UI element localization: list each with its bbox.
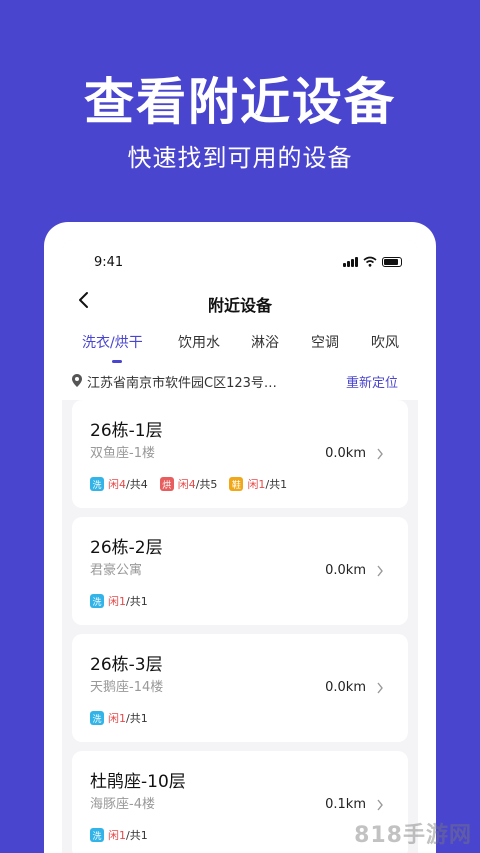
card-distance: 0.0km [325, 680, 366, 695]
battery-icon [382, 257, 402, 267]
free-count: 闲1 [108, 595, 126, 608]
availability-badges: 洗 闲1/共1 [90, 593, 148, 609]
tab-laundry-dryer[interactable]: 洗衣/烘干 [82, 332, 143, 352]
washer-icon: 洗 [90, 477, 104, 491]
card-address: 海豚座-4楼 [90, 797, 155, 812]
availability-badges: 洗 闲1/共1 [90, 827, 148, 843]
free-count: 闲1 [108, 712, 126, 725]
chevron-right-icon [377, 448, 383, 460]
total-count: /共1 [265, 478, 288, 491]
washer-badge: 洗 闲1/共1 [90, 827, 148, 843]
chevron-right-icon [377, 565, 383, 577]
tab-drinking-water[interactable]: 饮用水 [178, 332, 220, 352]
location-bar: 江苏省南京市软件园C区123号… 重新定位 [62, 370, 418, 400]
free-count: 闲4 [177, 478, 196, 491]
washer-badge: 洗 闲4/共4 [90, 476, 148, 492]
hero-subtitle: 快速找到可用的设备 [127, 144, 353, 172]
total-count: /共1 [126, 595, 148, 608]
signal-icon [343, 256, 358, 267]
total-count: /共4 [126, 478, 148, 491]
tab-shower[interactable]: 淋浴 [251, 332, 279, 352]
location-address: 江苏省南京市软件园C区123号… [87, 376, 277, 391]
free-count: 闲1 [108, 829, 126, 842]
tab-air-conditioner[interactable]: 空调 [311, 332, 339, 352]
device-card[interactable]: 26栋-3层 天鹅座-14楼 0.0km 洗 闲1/共1 [72, 634, 408, 742]
availability-badges: 洗 闲1/共1 [90, 710, 148, 726]
page-title: 附近设备 [207, 296, 272, 315]
card-name: 26栋-3层 [90, 655, 163, 675]
washer-badge: 洗 闲1/共1 [90, 710, 148, 726]
washer-icon: 洗 [90, 711, 104, 725]
status-icons [343, 256, 402, 267]
card-distance: 0.0km [325, 446, 366, 461]
card-address: 天鹅座-14楼 [90, 680, 164, 695]
card-address: 君豪公寓 [90, 563, 143, 578]
total-count: /共1 [126, 829, 148, 842]
card-name: 杜鹃座-10层 [90, 772, 186, 792]
shoe-icon: 鞋 [229, 477, 244, 491]
shoe-washer-badge: 鞋 闲1/共1 [229, 476, 287, 492]
free-count: 闲4 [108, 478, 126, 491]
total-count: /共5 [195, 478, 218, 491]
location-pin-icon [72, 374, 82, 387]
card-distance: 0.0km [325, 563, 366, 578]
device-card[interactable]: 26栋-2层 君豪公寓 0.0km 洗 闲1/共1 [72, 517, 408, 625]
chevron-right-icon [377, 682, 383, 694]
card-name: 26栋-1层 [90, 421, 163, 441]
total-count: /共1 [126, 712, 148, 725]
dryer-icon: 烘 [159, 477, 174, 491]
washer-badge: 洗 闲1/共1 [90, 593, 148, 609]
device-card[interactable]: 26栋-1层 双鱼座-1楼 0.0km 洗 闲4/共4 烘 闲4/共5 鞋 闲1… [72, 400, 408, 508]
wifi-icon [363, 256, 377, 267]
chevron-right-icon [377, 799, 383, 811]
card-address: 双鱼座-1楼 [90, 446, 155, 461]
app-screen: 9:41 附近设备 洗衣/烘干 饮用水 淋浴 空调 吹风 江苏省南京市软件园C区… [62, 240, 418, 853]
card-name: 26栋-2层 [90, 538, 163, 558]
tab-hair-dryer[interactable]: 吹风 [371, 332, 399, 352]
availability-badges: 洗 闲4/共4 烘 闲4/共5 鞋 闲1/共1 [90, 476, 287, 492]
active-tab-indicator [112, 360, 122, 363]
watermark: 818手游网 [354, 823, 472, 848]
hero-title: 查看附近设备 [84, 73, 396, 131]
dryer-badge: 烘 闲4/共5 [159, 476, 218, 492]
washer-icon: 洗 [90, 828, 104, 842]
washer-icon: 洗 [90, 594, 104, 608]
free-count: 闲1 [247, 478, 266, 491]
relocate-button[interactable]: 重新定位 [346, 372, 398, 391]
status-time: 9:41 [94, 255, 124, 270]
card-distance: 0.1km [325, 797, 366, 812]
